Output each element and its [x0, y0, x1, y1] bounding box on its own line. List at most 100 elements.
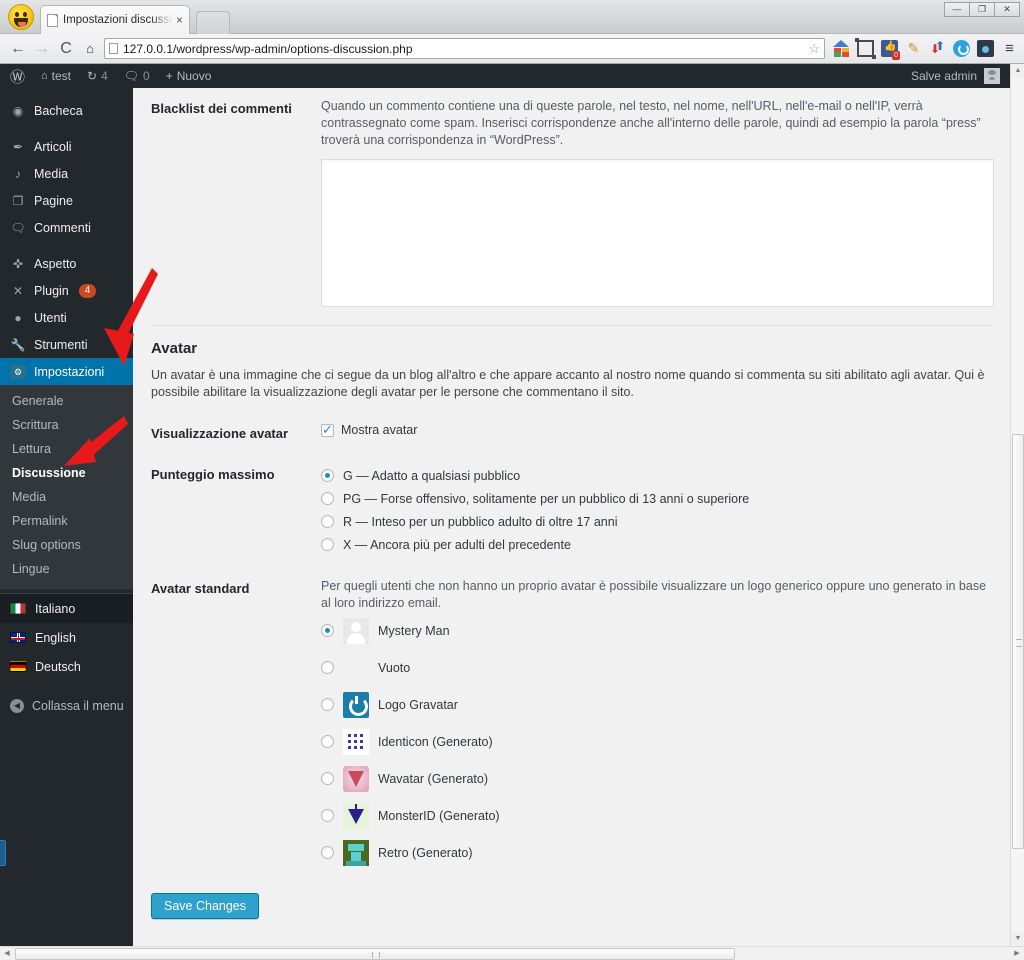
- rating-option-x[interactable]: X — Ancora più per adulti del precedente: [321, 533, 994, 556]
- horizontal-scroll-thumb[interactable]: [15, 948, 735, 960]
- sidebar-subitem-lingue[interactable]: Lingue: [0, 557, 133, 581]
- blacklist-textarea[interactable]: [321, 159, 994, 307]
- sidebar-item-english[interactable]: English: [0, 623, 133, 652]
- sidebar-subitem-slug-options[interactable]: Slug options: [0, 533, 133, 557]
- close-icon[interactable]: ×: [176, 13, 183, 27]
- retro-icon: [343, 839, 369, 866]
- show-avatars-checkbox[interactable]: [321, 422, 334, 437]
- sidebar-item-italiano[interactable]: Italiano: [0, 594, 133, 623]
- sidebar-subitem-discussione[interactable]: Discussione: [0, 461, 133, 485]
- adminbar-new[interactable]: + Nuovo: [158, 64, 220, 88]
- rating-radio-r[interactable]: [321, 515, 334, 528]
- settings-submenu: Generale Scrittura Lettura Discussione M…: [0, 385, 133, 589]
- sidebar-subitem-media[interactable]: Media: [0, 485, 133, 509]
- save-changes-button[interactable]: Save Changes: [151, 893, 260, 919]
- forward-icon[interactable]: →: [30, 40, 54, 58]
- page-info-icon: [109, 43, 118, 54]
- updown-arrows-icon[interactable]: ⬆ ⬇: [929, 40, 946, 57]
- home-icon[interactable]: ⌂: [78, 41, 102, 56]
- rating-radio-g[interactable]: [321, 469, 334, 482]
- sidebar-subitem-permalink[interactable]: Permalink: [0, 509, 133, 533]
- avatar-option-retro[interactable]: Retro (Generato): [321, 834, 994, 871]
- adminbar-site-link[interactable]: ⌂ test: [33, 64, 79, 88]
- avatar-option-monsterid[interactable]: MonsterID (Generato): [321, 797, 994, 834]
- uk-flag-icon: [10, 632, 26, 643]
- scroll-up-icon[interactable]: ▲: [1011, 64, 1024, 78]
- show-avatars-checkbox-row[interactable]: Mostra avatar: [321, 422, 994, 437]
- sidebar-item-label: Impostazioni: [34, 364, 105, 379]
- browser-tabstrip: Impostazioni discussione × — ❐ ✕: [0, 0, 1024, 34]
- sidebar-item-plugin[interactable]: ✕ Plugin 4: [0, 277, 133, 304]
- avatar-display-label: Visualizzazione avatar: [151, 426, 289, 441]
- vertical-scroll-thumb[interactable]: [1012, 434, 1024, 849]
- address-bar[interactable]: 127.0.0.1/wordpress/wp-admin/options-dis…: [104, 38, 825, 59]
- camera-icon[interactable]: [977, 40, 994, 57]
- adminbar-account[interactable]: Salve admin: [911, 68, 1010, 84]
- rating-radio-pg[interactable]: [321, 492, 334, 505]
- default-avatar-row: Avatar standard Per quegli utenti che no…: [133, 578, 1010, 871]
- refresh-circle-icon[interactable]: [953, 40, 970, 57]
- back-icon[interactable]: ←: [6, 40, 30, 58]
- facebook-icon[interactable]: 👍 0: [881, 40, 900, 60]
- sidebar-item-impostazioni[interactable]: ⚙ Impostazioni: [0, 358, 141, 385]
- blacklist-label: Blacklist dei commenti: [151, 101, 292, 116]
- avatar-radio-wavatar[interactable]: [321, 772, 334, 785]
- reload-icon[interactable]: C: [54, 40, 78, 58]
- new-label: Nuovo: [176, 69, 212, 83]
- sidebar-item-media[interactable]: ♪ Media: [0, 160, 133, 187]
- minimize-icon[interactable]: —: [944, 2, 970, 17]
- browser-tab[interactable]: Impostazioni discussione ×: [40, 5, 190, 34]
- default-avatar-label: Avatar standard: [151, 581, 250, 596]
- chrome-menu-icon[interactable]: ≡: [1001, 40, 1018, 57]
- sidebar-item-pagine[interactable]: ❐ Pagine: [0, 187, 133, 214]
- avatar-radio-vuoto[interactable]: [321, 661, 334, 674]
- adminbar-comments[interactable]: 🗨 0: [116, 64, 158, 88]
- avatar-option-gravatar-logo[interactable]: Logo Gravatar: [321, 686, 994, 723]
- collapse-menu-button[interactable]: ◀ Collassa il menu: [0, 691, 133, 721]
- avatar-option-mystery-man[interactable]: Mystery Man: [321, 612, 994, 649]
- sidebar-item-utenti[interactable]: ● Utenti: [0, 304, 133, 331]
- avatar-label-monsterid: MonsterID (Generato): [378, 808, 500, 823]
- avatar-radio-gravatar-logo[interactable]: [321, 698, 334, 711]
- home-colored-icon[interactable]: [833, 40, 850, 57]
- pencil-icon[interactable]: ✎: [905, 40, 922, 57]
- sidebar-item-commenti[interactable]: 🗨 Commenti: [0, 214, 133, 241]
- sidebar-item-deutsch[interactable]: Deutsch: [0, 652, 133, 681]
- sidebar-subitem-lettura[interactable]: Lettura: [0, 437, 133, 461]
- frame-capture-icon[interactable]: [855, 38, 876, 59]
- sidebar-item-strumenti[interactable]: 🔧 Strumenti: [0, 331, 133, 358]
- rating-option-g[interactable]: G — Adatto a qualsiasi pubblico: [321, 464, 994, 487]
- sidebar-item-aspetto[interactable]: ✜ Aspetto: [0, 250, 133, 277]
- bookmark-star-icon[interactable]: ☆: [808, 41, 820, 57]
- avatar-radio-mystery-man[interactable]: [321, 624, 334, 637]
- max-rating-row: Punteggio massimo G — Adatto a qualsiasi…: [133, 464, 1010, 556]
- scroll-left-icon[interactable]: ◀: [0, 947, 14, 960]
- close-window-icon[interactable]: ✕: [994, 2, 1020, 17]
- identicon-icon: [343, 728, 369, 755]
- horizontal-scrollbar[interactable]: ◀ ▶: [0, 946, 1024, 960]
- sidebar-item-bacheca[interactable]: ◉ Bacheca: [0, 97, 133, 124]
- avatar-option-wavatar[interactable]: Wavatar (Generato): [321, 760, 994, 797]
- vertical-scrollbar[interactable]: ▲ ▼: [1010, 64, 1024, 946]
- avatar-label-gravatar-logo: Logo Gravatar: [378, 697, 458, 712]
- scroll-right-icon[interactable]: ▶: [1010, 947, 1024, 960]
- updates-icon: ↻: [87, 69, 98, 83]
- adminbar-updates[interactable]: ↻ 4: [79, 64, 116, 88]
- avatar-radio-monsterid[interactable]: [321, 809, 334, 822]
- wordpress-logo-icon[interactable]: Ⓦ: [0, 66, 33, 87]
- new-tab-button[interactable]: [196, 11, 230, 34]
- url-text: 127.0.0.1/wordpress/wp-admin/options-dis…: [123, 41, 413, 56]
- rating-option-pg[interactable]: PG — Forse offensivo, solitamente per un…: [321, 487, 994, 510]
- rating-option-r[interactable]: R — Inteso per un pubblico adulto di olt…: [321, 510, 994, 533]
- updates-count: 4: [101, 69, 108, 83]
- scroll-down-icon[interactable]: ▼: [1011, 932, 1024, 946]
- sidebar-subitem-generale[interactable]: Generale: [0, 389, 133, 413]
- rating-radio-x[interactable]: [321, 538, 334, 551]
- sidebar-subitem-scrittura[interactable]: Scrittura: [0, 413, 133, 437]
- maximize-icon[interactable]: ❐: [969, 2, 995, 17]
- avatar-option-vuoto[interactable]: Vuoto: [321, 649, 994, 686]
- avatar-radio-retro[interactable]: [321, 846, 334, 859]
- sidebar-item-articoli[interactable]: ✒ Articoli: [0, 133, 133, 160]
- avatar-radio-identicon[interactable]: [321, 735, 334, 748]
- avatar-option-identicon[interactable]: Identicon (Generato): [321, 723, 994, 760]
